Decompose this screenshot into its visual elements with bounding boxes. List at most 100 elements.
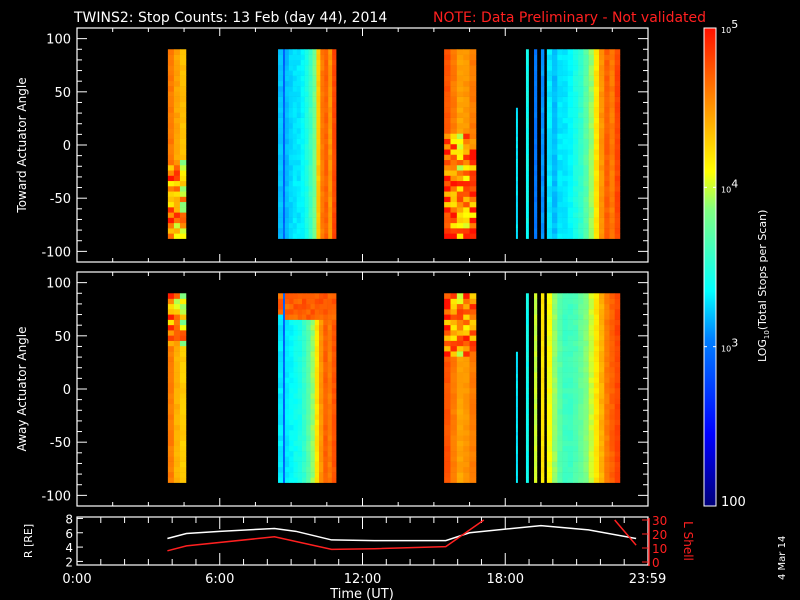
heatmap-cell [304,228,309,234]
heatmap-cell [599,159,605,166]
heatmap-cell [288,180,294,187]
heatmap-cell [179,435,187,441]
heatmap-cell [609,86,616,92]
heatmap-cell [283,122,286,129]
heatmap-cell [599,212,605,218]
heatmap-cell [578,107,584,113]
heatmap-cell [278,424,284,431]
heatmap-cell [306,356,311,362]
heatmap-cell [278,472,284,478]
heatmap-cell [588,472,595,478]
heatmap-cell [578,440,584,447]
heatmap-cell [562,293,569,299]
heatmap-cell [300,159,305,166]
heatmap-cell [296,91,301,97]
heatmap-cell [599,461,605,468]
heatmap-cell [609,154,616,161]
heatmap-cell [179,65,187,71]
heatmap-cell [604,314,610,320]
heatmap-cell [572,196,579,203]
heatmap-cell [578,175,584,182]
heatmap-cell [312,170,317,176]
data-segment [546,293,621,483]
heatmap-cell [578,298,584,305]
colorbar-tick-exponent: 5 [731,18,738,31]
heatmap-cell [308,117,313,124]
heatmap-cell [614,387,621,394]
heatmap-cell [557,477,563,483]
heatmap-cell [614,112,621,118]
data-segment [515,351,518,483]
heatmap-cell [525,54,529,61]
heatmap-cell [583,393,589,399]
heatmap-cell [293,382,299,389]
heatmap-cell [167,191,175,197]
heatmap-cell [604,461,610,468]
heatmap-cell [525,340,529,347]
heatmap-cell [557,86,563,92]
heatmap-cell [525,298,529,305]
heatmap-cell [288,159,294,166]
heatmap-cell [179,293,187,299]
heatmap-cell [179,233,187,239]
heatmap-cell [588,393,595,399]
heatmap-cell [456,361,464,368]
heatmap-cell [310,387,316,394]
heatmap-cell [327,424,333,431]
heatmap-cell [546,472,553,478]
heatmap-cell [525,180,529,187]
heatmap-cell [308,86,313,92]
heatmap-cell [469,96,477,103]
heatmap-cell [562,356,569,362]
heatmap-cell [578,138,584,145]
r-distance-line [167,524,637,542]
heatmap-cell [534,207,538,213]
heatmap-cell [310,356,316,362]
heatmap-cell [278,435,284,441]
heatmap-cell [306,324,311,331]
heatmap-cell [614,228,621,234]
heatmap-cell [316,159,321,166]
heatmap-cell [283,196,286,203]
heatmap-cell [444,196,451,203]
heatmap-cell [332,107,337,113]
heatmap-cell [319,351,324,357]
heatmap-cell [567,175,574,182]
heatmap-cell [304,86,309,92]
heatmap-cell [283,138,286,145]
heatmap-cell [314,309,320,315]
heatmap-cell [546,461,553,468]
heatmap-cell [525,217,529,224]
heatmap-cell [167,217,175,224]
heatmap-cell [284,356,290,362]
heatmap-cell [578,351,584,357]
heatmap-cell [292,128,298,134]
heatmap-cell [167,128,175,134]
heatmap-cell [283,372,286,378]
heatmap-cell [578,228,584,234]
heatmap-cell [578,122,584,129]
heatmap-cell [289,293,294,299]
heatmap-cell [306,314,311,320]
heatmap-cell [534,117,538,124]
heatmap-cell [515,155,518,159]
x-axis-label: Time (UT) [329,587,394,600]
heatmap-cell [469,164,477,171]
heatmap-cell [283,309,286,315]
heatmap-cell [324,96,329,103]
heatmap-cell [300,196,305,203]
heatmap-cell [562,175,569,182]
heatmap-cell [173,75,181,82]
colorbar-label-sub: 10 [763,330,771,339]
heatmap-cell [314,330,320,336]
heatmap-cell [557,70,563,76]
heatmap-cell [609,309,616,315]
heatmap-cell [278,49,284,55]
heatmap-cell [604,54,610,61]
heatmap-cell [450,435,458,441]
heatmap-cell [293,330,299,336]
heatmap-cell [304,201,309,208]
heatmap-cell [578,91,584,97]
heatmap-cell [308,207,313,213]
heatmap-cell [609,159,616,166]
